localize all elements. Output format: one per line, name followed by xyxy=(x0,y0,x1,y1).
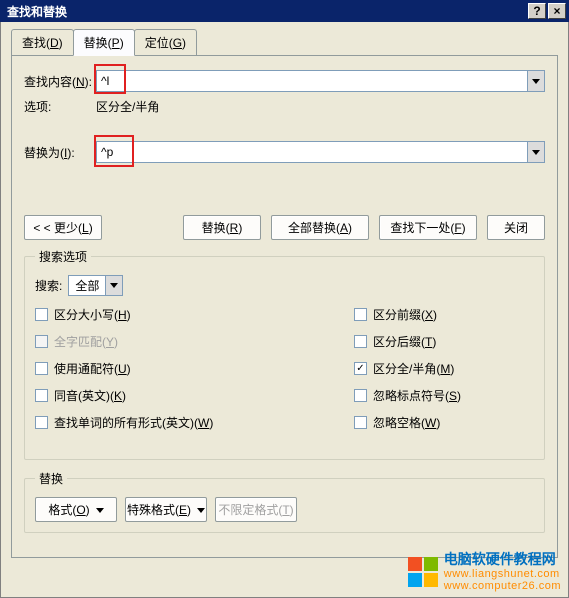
chk-full-half[interactable]: ✓区分全/半角(M) xyxy=(354,360,534,377)
watermark-url1: www.liangshunet.com xyxy=(444,568,561,580)
no-format-button: 不限定格式(T) xyxy=(215,497,297,522)
chk-word-forms[interactable]: 查找单词的所有形式(英文)(W) xyxy=(35,414,354,431)
replace-combo[interactable] xyxy=(96,141,545,163)
chk-ignore-space[interactable]: 忽略空格(W) xyxy=(354,414,534,431)
title-bar: 查找和替换 ? × xyxy=(0,0,569,22)
close-dialog-button[interactable]: 关闭 xyxy=(487,215,545,240)
find-combo[interactable] xyxy=(96,70,545,92)
windows-logo-icon xyxy=(408,557,438,587)
chk-prefix[interactable]: 区分前缀(X) xyxy=(354,306,534,323)
replace-dropdown-icon[interactable] xyxy=(527,142,544,162)
tab-replace[interactable]: 替换(P) xyxy=(73,29,135,56)
tab-find[interactable]: 查找(D) xyxy=(11,29,74,56)
watermark-url2: www.computer26.com xyxy=(444,580,561,592)
chk-suffix[interactable]: 区分后缀(T) xyxy=(354,333,534,350)
chk-match-case[interactable]: 区分大小写(H) xyxy=(35,306,354,323)
watermark-title: 电脑软硬件教程网 xyxy=(444,552,561,567)
replace-format-legend: 替换 xyxy=(35,470,67,487)
options-value: 区分全/半角 xyxy=(96,98,159,115)
replace-format-group: 替换 格式(O) 特殊格式(E) 不限定格式(T) xyxy=(24,470,545,533)
find-dropdown-icon[interactable] xyxy=(527,71,544,91)
replace-input[interactable] xyxy=(97,142,527,162)
replace-button[interactable]: 替换(R) xyxy=(183,215,261,240)
close-button[interactable]: × xyxy=(548,3,566,19)
find-next-button[interactable]: 查找下一处(F) xyxy=(379,215,477,240)
tab-goto[interactable]: 定位(G) xyxy=(134,29,197,56)
search-scope-select[interactable]: 全部 xyxy=(68,275,123,296)
search-scope-dropdown-icon[interactable] xyxy=(105,276,122,295)
chk-sounds-like[interactable]: 同音(英文)(K) xyxy=(35,387,354,404)
less-button[interactable]: < < 更少(L) xyxy=(24,215,102,240)
dialog-body: 查找(D) 替换(P) 定位(G) 查找内容(N): 选项: 区分全/半角 替换… xyxy=(0,22,569,598)
dialog-title: 查找和替换 xyxy=(7,3,526,20)
chk-wildcards[interactable]: 使用通配符(U) xyxy=(35,360,354,377)
replace-all-button[interactable]: 全部替换(A) xyxy=(271,215,369,240)
chk-ignore-punct[interactable]: 忽略标点符号(S) xyxy=(354,387,534,404)
tab-strip: 查找(D) 替换(P) 定位(G) xyxy=(11,28,558,55)
chk-whole-word: 全字匹配(Y) xyxy=(35,333,354,350)
find-label: 查找内容(N): xyxy=(24,73,96,90)
special-button[interactable]: 特殊格式(E) xyxy=(125,497,207,522)
help-button[interactable]: ? xyxy=(528,3,546,19)
watermark: 电脑软硬件教程网 www.liangshunet.com www.compute… xyxy=(408,552,561,592)
options-label: 选项: xyxy=(24,98,96,115)
find-input[interactable] xyxy=(97,71,527,91)
search-options-group: 搜索选项 搜索: 全部 区分大小写(H) 全字匹配(Y) 使用通配符(U) 同音… xyxy=(24,248,545,460)
search-options-legend: 搜索选项 xyxy=(35,248,91,265)
search-scope-label: 搜索: xyxy=(35,277,62,294)
replace-label: 替换为(I): xyxy=(24,144,96,161)
format-button[interactable]: 格式(O) xyxy=(35,497,117,522)
